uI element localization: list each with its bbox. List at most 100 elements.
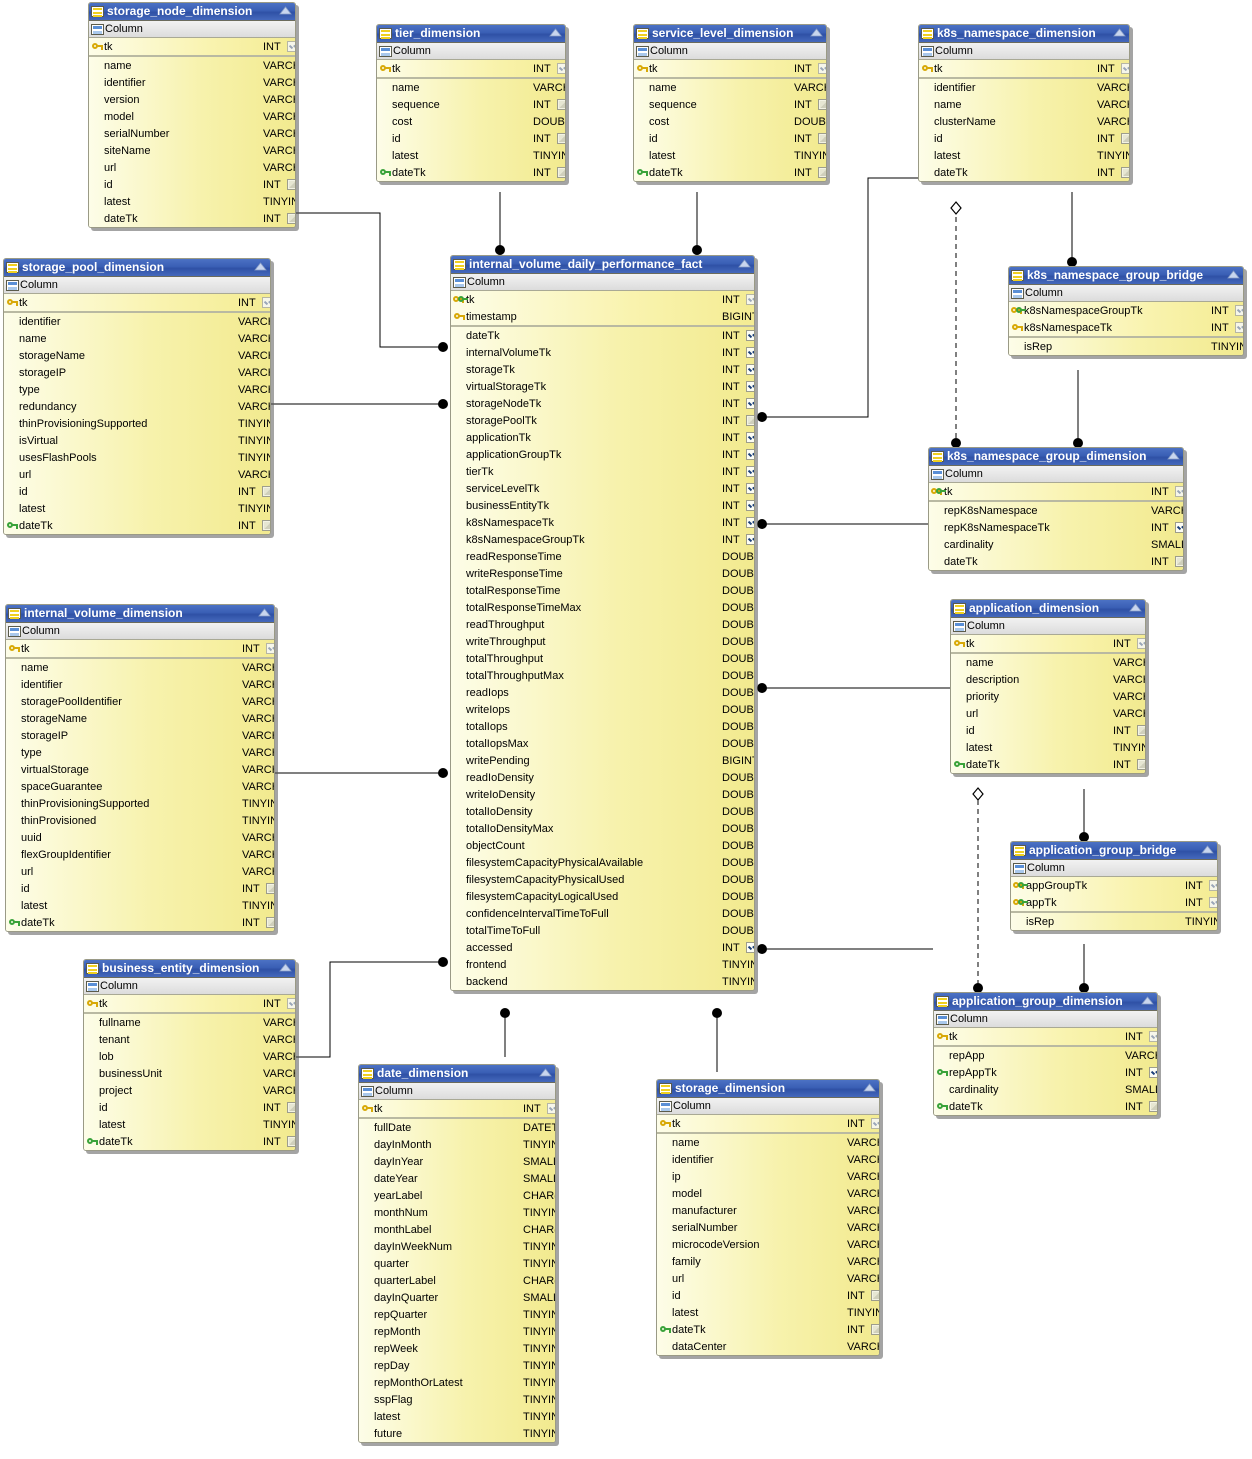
table-storage_node_dimension[interactable]: storage_node_dimension Column tk INT name VAR… [88,2,296,228]
table-row[interactable]: url VARCHAR(255) [89,159,295,176]
collapse-icon[interactable] [258,607,271,618]
table-row[interactable]: ip VARCHAR(255) [657,1168,879,1185]
table-row[interactable]: tk INT [377,60,565,77]
table-titlebar[interactable]: k8s_namespace_dimension [919,25,1129,43]
collapse-icon[interactable] [539,1067,552,1078]
column-checkbox[interactable] [1174,556,1183,567]
table-row[interactable]: totalResponseTimeMax DOUBLE [451,599,754,616]
collapse-icon[interactable] [1201,844,1214,855]
table-titlebar[interactable]: k8s_namespace_group_dimension [929,448,1183,466]
table-row[interactable]: filesystemCapacityPhysicalUsed DOUBLE [451,871,754,888]
column-checkbox[interactable] [286,1102,295,1113]
table-row[interactable]: thinProvisioningSupported TINYINT(1) [4,415,270,432]
column-checkbox[interactable] [1148,1101,1157,1112]
table-k8s_namespace_group_bridge[interactable]: k8s_namespace_group_bridge Column k8sNames… [1008,266,1244,356]
table-row[interactable]: internalVolumeTk INT [451,344,754,361]
table-row[interactable]: id INT [6,880,274,897]
table-row[interactable]: readIops DOUBLE [451,684,754,701]
table-row[interactable]: id INT [951,722,1145,739]
table-row[interactable]: storageName VARCHAR(255) [6,710,274,727]
column-checkbox[interactable] [1148,1031,1157,1042]
table-row[interactable]: uuid VARCHAR(255) [6,829,274,846]
table-row[interactable]: latest TINYINT(1) [951,739,1145,756]
table-internal_volume_dimension[interactable]: internal_volume_dimension Column tk INT name… [5,604,275,932]
collapse-icon[interactable] [1227,269,1240,280]
table-row[interactable]: dateTk INT [951,756,1145,773]
column-checkbox[interactable] [286,213,295,224]
collapse-icon[interactable] [738,258,751,269]
table-row[interactable]: identifier VARCHAR(768) [657,1151,879,1168]
table-row[interactable]: monthLabel CHAR(7) [359,1221,555,1238]
collapse-icon[interactable] [1113,27,1126,38]
column-checkbox[interactable] [261,297,270,308]
table-row[interactable]: latest TINYINT(1) [657,1304,879,1321]
column-checkbox[interactable] [1234,322,1243,333]
column-checkbox[interactable] [286,1136,295,1147]
table-row[interactable]: future TINYINT(1) [359,1425,555,1442]
column-checkbox[interactable] [745,398,754,409]
table-row[interactable]: virtualStorageTk INT [451,378,754,395]
table-row[interactable]: appTk INT [1011,894,1217,911]
table-row[interactable]: identifier VARCHAR(768) [4,313,270,330]
table-row[interactable]: serialNumber VARCHAR(255) [657,1219,879,1236]
table-row[interactable]: identifier VARCHAR(768) [89,74,295,91]
table-row[interactable]: dateTk INT [6,914,274,931]
table-row[interactable]: repMonthOrLatest TINYINT [359,1374,555,1391]
table-row[interactable]: dateTk INT [934,1098,1157,1115]
table-row[interactable]: writeIops DOUBLE [451,701,754,718]
table-row[interactable]: id INT [89,176,295,193]
table-row[interactable]: tk INT [84,995,295,1012]
table-row[interactable]: latest TINYINT(1) [919,147,1129,164]
column-checkbox[interactable] [745,415,754,426]
column-checkbox[interactable] [745,364,754,375]
table-row[interactable]: tk INT [934,1028,1157,1045]
table-row[interactable]: dataCenter VARCHAR(255) [657,1338,879,1355]
table-row[interactable]: name VARCHAR(255) [6,659,274,676]
column-checkbox[interactable] [261,520,270,531]
column-checkbox[interactable] [556,63,565,74]
table-row[interactable]: name VARCHAR(255) [377,79,565,96]
table-row[interactable]: dateTk INT [4,517,270,534]
column-checkbox[interactable] [817,167,826,178]
table-titlebar[interactable]: date_dimension [359,1065,555,1083]
table-titlebar[interactable]: storage_node_dimension [89,3,295,21]
column-checkbox[interactable] [745,500,754,511]
table-row[interactable]: name VARCHAR(255) [919,96,1129,113]
table-row[interactable]: priority VARCHAR(255) [951,688,1145,705]
table-row[interactable]: dateTk INT [929,553,1183,570]
collapse-icon[interactable] [863,1082,876,1093]
column-checkbox[interactable] [817,133,826,144]
table-titlebar[interactable]: storage_dimension [657,1080,879,1098]
column-checkbox[interactable] [1120,133,1129,144]
table-storage_dimension[interactable]: storage_dimension Column tk INT name VARCHAR(… [656,1079,880,1356]
table-row[interactable]: totalResponseTime DOUBLE [451,582,754,599]
table-row[interactable]: totalThroughput DOUBLE [451,650,754,667]
table-row[interactable]: type VARCHAR(255) [4,381,270,398]
table-row[interactable]: sequence INT [634,96,826,113]
table-row[interactable]: sspFlag TINYINT [359,1391,555,1408]
table-row[interactable]: dateTk INT [657,1321,879,1338]
table-row[interactable]: tk INT [6,640,274,657]
table-row[interactable]: readIoDensity DOUBLE [451,769,754,786]
table-row[interactable]: appGroupTk INT [1011,877,1217,894]
table-row[interactable]: frontend TINYINT(1) [451,956,754,973]
table-row[interactable]: businessEntityTk INT [451,497,754,514]
table-application_dimension[interactable]: application_dimension Column tk INT name VARC… [950,599,1146,774]
table-row[interactable]: backend TINYINT(1) [451,973,754,990]
table-row[interactable]: id INT [4,483,270,500]
column-checkbox[interactable] [1208,880,1217,891]
table-row[interactable]: dayInWeekNum TINYINT [359,1238,555,1255]
table-row[interactable]: repK8sNamespaceTk INT [929,519,1183,536]
table-row[interactable]: id INT [657,1287,879,1304]
table-row[interactable]: usesFlashPools TINYINT(1) [4,449,270,466]
collapse-icon[interactable] [1167,450,1180,461]
table-row[interactable]: latest TINYINT(1) [634,147,826,164]
collapse-icon[interactable] [1141,995,1154,1006]
column-checkbox[interactable] [817,99,826,110]
table-titlebar[interactable]: internal_volume_dimension [6,605,274,623]
table-row[interactable]: tk INT [929,483,1183,500]
column-checkbox[interactable] [1136,759,1145,770]
table-business_entity_dimension[interactable]: business_entity_dimension Column tk INT full… [83,959,296,1151]
column-checkbox[interactable] [546,1103,555,1114]
table-row[interactable]: applicationGroupTk INT [451,446,754,463]
